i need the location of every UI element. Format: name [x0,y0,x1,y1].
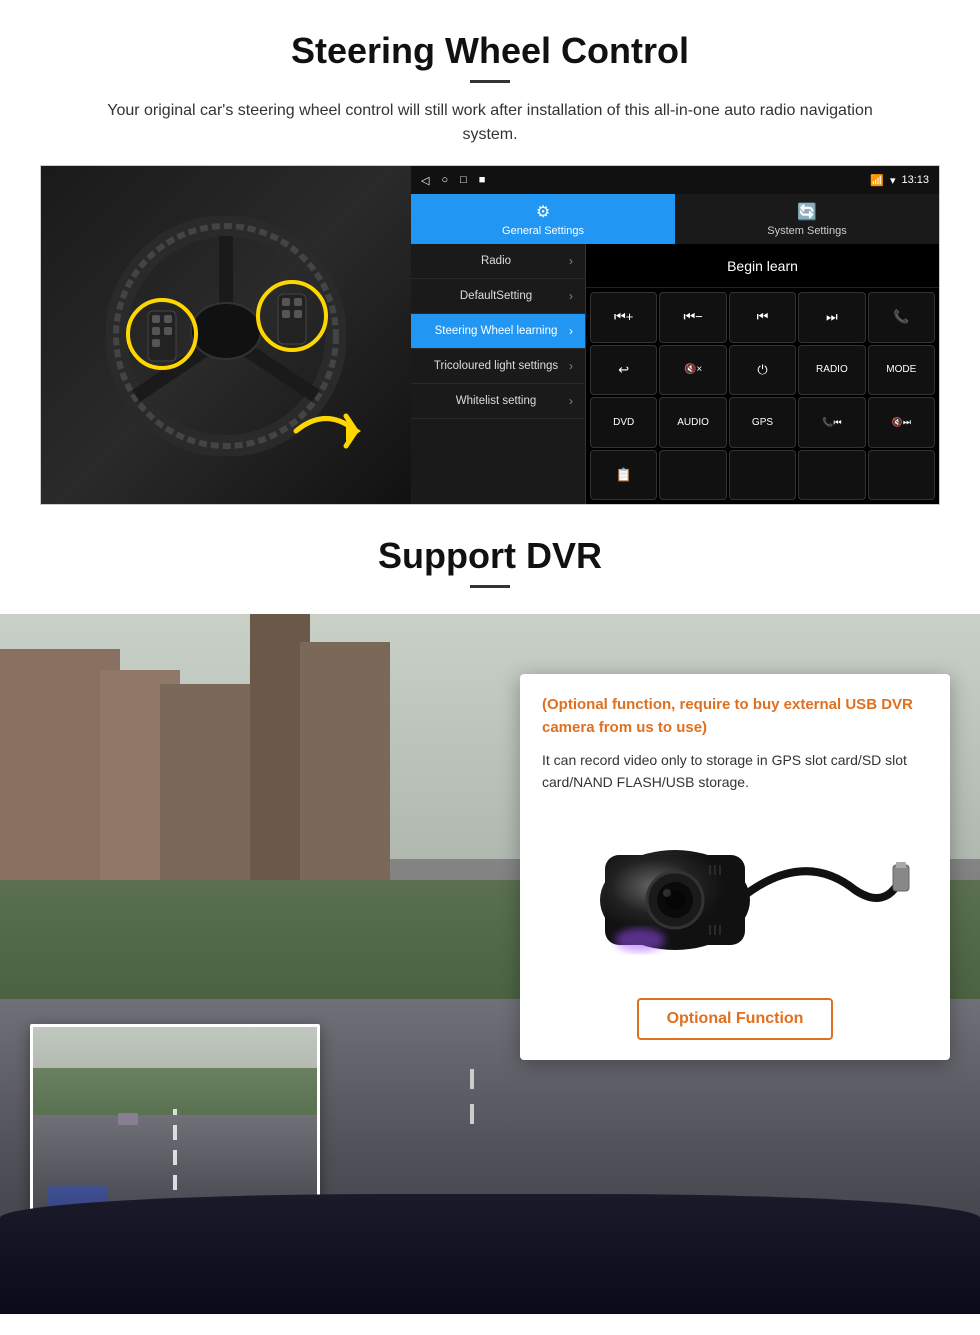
chevron-icon: › [569,254,573,268]
android-tabs: ⚙ General Settings 🔄 System Settings [411,194,939,244]
ctrl-extra[interactable]: 📋 [590,450,657,501]
chevron-icon: › [569,289,573,303]
status-bar-right: 📶 ▾ 13:13 [870,174,929,187]
dvr-description-text: It can record video only to storage in G… [542,749,928,794]
ctrl-back[interactable]: ↩ [590,345,657,396]
ctrl-prev[interactable]: ⏮ [729,292,796,343]
begin-learn-button[interactable]: Begin learn [727,258,798,274]
back-nav-icon[interactable]: ◁ [421,174,429,187]
menu-item-steering-label: Steering Wheel learning [423,325,569,337]
ctrl-phone[interactable]: 📞 [868,292,935,343]
dvr-optional-text: (Optional function, require to buy exter… [542,694,928,739]
menu-nav-icon[interactable]: ■ [479,174,486,187]
recent-nav-icon[interactable]: □ [460,174,467,187]
ctrl-empty2 [729,450,796,501]
ctrl-dvd[interactable]: DVD [590,397,657,448]
nav-icons: ◁ ○ □ ■ [421,174,485,187]
android-menu: Radio › DefaultSetting › Steering Wheel … [411,244,586,504]
chevron-icon: › [569,324,573,338]
menu-item-whitelist[interactable]: Whitelist setting › [411,384,585,419]
steering-photo [41,166,411,505]
ctrl-mute-next[interactable]: 🔇⏭ [868,397,935,448]
status-time: 13:13 [901,174,929,186]
section-subtitle: Your original car's steering wheel contr… [90,99,890,147]
optional-button-container: Optional Function [542,990,928,1040]
dvr-section: Support DVR [0,505,980,1314]
menu-item-radio-label: Radio [423,255,569,267]
dvr-title: Support DVR [0,535,980,577]
wifi-icon: ▾ [890,174,896,187]
tab-system-label: System Settings [767,225,846,237]
dvr-camera-svg [545,810,925,990]
menu-item-whitelist-label: Whitelist setting [423,395,569,407]
ctrl-vol-down[interactable]: ⏮− [659,292,726,343]
steering-wheel [106,216,346,456]
android-screen: ◁ ○ □ ■ 📶 ▾ 13:13 ⚙ General Settings [411,166,939,504]
menu-item-default[interactable]: DefaultSetting › [411,279,585,314]
ctrl-phone-prev[interactable]: 📞⏮ [798,397,865,448]
steering-wheel-section: Steering Wheel Control Your original car… [0,0,980,505]
steering-demo: ◁ ○ □ ■ 📶 ▾ 13:13 ⚙ General Settings [40,165,940,505]
arrow-icon [286,396,376,466]
menu-item-default-label: DefaultSetting [423,290,569,302]
begin-learn-row: Begin learn [586,244,939,288]
optional-function-button[interactable]: Optional Function [637,998,834,1040]
dvr-header: Support DVR [0,505,980,614]
ctrl-radio[interactable]: RADIO [798,345,865,396]
ctrl-empty3 [798,450,865,501]
tab-general-settings[interactable]: ⚙ General Settings [411,194,675,244]
ctrl-gps[interactable]: GPS [729,397,796,448]
chevron-icon: › [569,359,573,373]
dvr-info-card: (Optional function, require to buy exter… [520,674,950,1060]
dvr-camera-illustration [542,810,928,990]
control-buttons-grid: ⏮+ ⏮− ⏮ ⏭ 📞 ↩ 🔇× ⏻ RADIO MODE DVD AUDIO [586,288,939,504]
title-divider [470,80,510,83]
menu-item-tricoloured-label: Tricoloured light settings [423,360,569,372]
signal-icon: 📶 [870,174,884,187]
ctrl-empty4 [868,450,935,501]
ctrl-vol-up[interactable]: ⏮+ [590,292,657,343]
dashboard-bottom [0,1194,980,1314]
tab-system-settings[interactable]: 🔄 System Settings [675,194,939,244]
menu-item-steering[interactable]: Steering Wheel learning › [411,314,585,349]
road-line [173,1109,177,1191]
ctrl-audio[interactable]: AUDIO [659,397,726,448]
ctrl-mute[interactable]: 🔇× [659,345,726,396]
menu-item-tricoloured[interactable]: Tricoloured light settings › [411,349,585,384]
ctrl-empty1 [659,450,726,501]
android-right-panel: Begin learn ⏮+ ⏮− ⏮ ⏭ 📞 ↩ 🔇× ⏻ [586,244,939,504]
android-statusbar: ◁ ○ □ ■ 📶 ▾ 13:13 [411,166,939,194]
home-nav-icon[interactable]: ○ [441,174,448,187]
android-content: Radio › DefaultSetting › Steering Wheel … [411,244,939,504]
dvr-background: (Optional function, require to buy exter… [0,614,980,1314]
page-title: Steering Wheel Control [40,30,940,72]
ctrl-power[interactable]: ⏻ [729,345,796,396]
settings-icon: ⚙ [536,202,550,222]
system-icon: 🔄 [797,202,817,222]
menu-item-radio[interactable]: Radio › [411,244,585,279]
tab-general-label: General Settings [502,225,584,237]
ctrl-mode[interactable]: MODE [868,345,935,396]
dvr-title-divider [470,585,510,588]
ctrl-next[interactable]: ⏭ [798,292,865,343]
chevron-icon: › [569,394,573,408]
